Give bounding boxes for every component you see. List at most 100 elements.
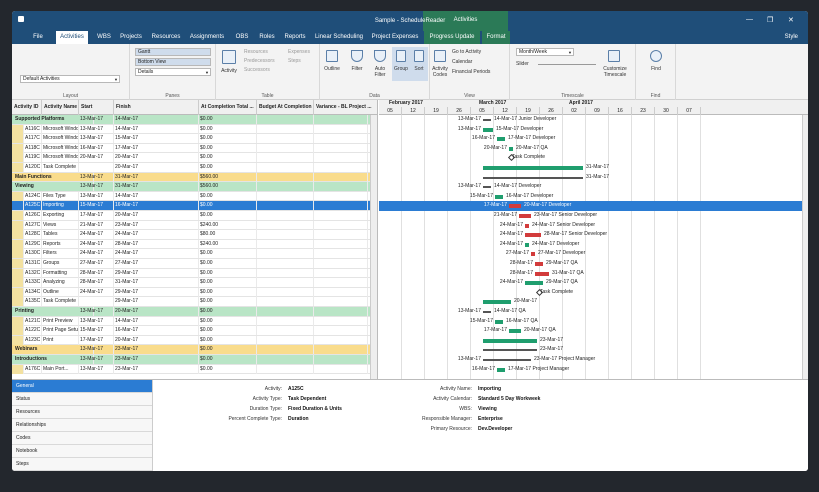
auto-filter-icon[interactable] xyxy=(374,50,386,62)
find-button[interactable]: Find xyxy=(636,66,676,72)
column-header[interactable]: Budget At Completion xyxy=(257,100,314,115)
activity-bar[interactable] xyxy=(535,262,543,266)
activity-bar[interactable] xyxy=(483,300,511,305)
menu-tab[interactable]: Roles xyxy=(255,31,279,44)
menu-tab[interactable]: WBS xyxy=(94,31,114,44)
details-tab[interactable]: General xyxy=(12,380,152,393)
group-button[interactable]: Group xyxy=(392,66,410,72)
table-row[interactable]: A116CMicrosoft Windows13-Mar-1714-Mar-17… xyxy=(12,124,377,135)
activity-bar[interactable] xyxy=(525,242,529,247)
column-header[interactable]: Finish xyxy=(114,100,199,115)
goto-activity-button[interactable]: Go to Activity xyxy=(452,49,481,55)
style-menu[interactable]: Style xyxy=(785,34,798,40)
table-row[interactable]: A130C Filters 24-Mar-17 24-Mar-17 $0.00 xyxy=(12,249,377,259)
menu-tab[interactable]: Project Expenses xyxy=(369,31,421,44)
table-scrollbar[interactable] xyxy=(370,115,377,379)
financial-periods-button[interactable]: Financial Periods xyxy=(452,69,490,75)
table-row[interactable]: A127C Views 21-Mar-17 23-Mar-17 $240.00 xyxy=(12,220,377,231)
table-row[interactable]: A133C Analyzing 28-Mar-17 31-Mar-17 $0.00 xyxy=(12,278,377,288)
details-tab[interactable]: Resources xyxy=(12,406,152,419)
details-select[interactable]: Details ▼ xyxy=(135,68,211,76)
gantt-row[interactable]: 15-Mar-17 16-Mar-17 Developer xyxy=(379,192,808,202)
gantt-row[interactable]: 28-Mar-17 29-Mar-17 QA xyxy=(379,259,808,269)
customize-timescale-button[interactable]: Customize Timescale xyxy=(598,66,632,78)
activity-table-icon[interactable] xyxy=(222,50,236,64)
sort-icon[interactable] xyxy=(414,50,424,62)
calendar-button[interactable]: Calendar xyxy=(452,59,472,65)
summary-bar[interactable] xyxy=(483,176,583,179)
timescale-slider[interactable] xyxy=(538,64,596,65)
activity-table-button[interactable]: Activity xyxy=(216,68,242,74)
group-icon[interactable] xyxy=(396,50,406,62)
expenses-button[interactable]: Expenses xyxy=(288,49,310,55)
activity-codes-icon[interactable] xyxy=(434,50,446,62)
table-row[interactable]: A123C Print 17-Mar-17 20-Mar-17 $0.00 xyxy=(12,335,377,346)
table-row[interactable]: A135C Task Complete 29-Mar-17 $0.00 xyxy=(12,297,377,307)
gantt-row[interactable]: 31-Mar-17 xyxy=(379,163,808,173)
gantt-row[interactable]: 24-Mar-17 28-Mar-17 Senior Developer xyxy=(379,230,808,240)
details-tab[interactable]: Relationships xyxy=(12,419,152,432)
resources-table-button[interactable]: Resources xyxy=(244,49,268,55)
table-row[interactable]: A121C Print Preview 13-Mar-17 14-Mar-17 $0.0… xyxy=(12,316,377,327)
gantt-row[interactable]: 23-Mar-17 xyxy=(379,345,808,355)
timescale-select[interactable]: Month/Week ▼ xyxy=(516,48,574,56)
minimize-icon[interactable]: — xyxy=(746,16,753,23)
customize-timescale-icon[interactable] xyxy=(608,50,620,62)
summary-bar[interactable] xyxy=(483,186,491,189)
gantt-row[interactable]: 23-Mar-17 xyxy=(379,336,808,346)
table-row[interactable]: A120C Task Complete 20-Mar-17 $0.00 xyxy=(12,163,377,173)
filter-icon[interactable] xyxy=(351,50,363,62)
filter-button[interactable]: Filter xyxy=(345,66,369,72)
table-row[interactable]: A132C Formatting 28-Mar-17 29-Mar-17 $0.00 xyxy=(12,268,377,279)
gantt-row[interactable]: Task Complete xyxy=(379,288,808,298)
outline-icon[interactable] xyxy=(326,50,338,62)
column-header[interactable]: Activity Name xyxy=(42,100,79,115)
gantt-row[interactable]: 24-Mar-17 24-Mar-17 Senior Developer xyxy=(379,221,808,231)
summary-bar[interactable] xyxy=(483,119,491,121)
activity-bar[interactable] xyxy=(519,214,531,218)
menu-tab[interactable]: Assignments xyxy=(186,31,228,44)
auto-filter-button[interactable]: Auto Filter xyxy=(370,66,390,78)
menu-tab[interactable]: Format xyxy=(482,31,510,44)
table-row[interactable]: Main Functions 13-Mar-17 31-Mar-17 $560.00 xyxy=(12,172,377,183)
gantt-row[interactable]: 28-Mar-17 31-Mar-17 QA xyxy=(379,269,808,279)
gantt-row[interactable]: 13-Mar-17 14-Mar-17 QA xyxy=(379,307,808,317)
gantt-row[interactable]: 15-Mar-17 16-Mar-17 QA xyxy=(379,317,808,327)
menu-tab[interactable]: File xyxy=(26,31,50,44)
bottom-view-toggle[interactable]: Bottom View xyxy=(135,58,211,66)
layout-select[interactable]: Default Activities ▼ xyxy=(20,75,120,83)
column-header[interactable]: At Completion Total ... xyxy=(199,100,257,115)
menu-tab[interactable]: OBS xyxy=(231,31,253,44)
table-row[interactable]: A117CMicrosoft Windows13-Mar-1715-Mar-17… xyxy=(12,134,377,144)
activity-bar[interactable] xyxy=(495,319,503,324)
activity-bar[interactable] xyxy=(497,137,505,142)
predecessors-button[interactable]: Predecessors xyxy=(244,58,275,64)
gantt-row[interactable]: 20-Mar-17 20-Mar-17 QA xyxy=(379,144,808,154)
outline-button[interactable]: Outline xyxy=(320,66,344,72)
activity-bar[interactable] xyxy=(535,271,549,276)
steps-button[interactable]: Steps xyxy=(288,58,301,64)
menu-tab[interactable]: Progress Update xyxy=(424,31,480,44)
column-header[interactable]: Activity ID xyxy=(12,100,42,115)
table-row[interactable]: A119CMicrosoft Windows20-Mar-1720-Mar-17… xyxy=(12,153,377,163)
activity-bar[interactable] xyxy=(483,166,583,170)
details-tab[interactable]: Steps xyxy=(12,458,152,471)
table-row[interactable]: A125C Importing 15-Mar-17 16-Mar-17 $0.00 xyxy=(12,201,377,211)
table-row[interactable]: A122C Print Page Setup 15-Mar-17 16-Mar-17 $… xyxy=(12,326,377,336)
menu-tab[interactable]: Resources xyxy=(149,31,183,44)
activity-bar[interactable] xyxy=(497,367,505,372)
activity-bar[interactable] xyxy=(495,194,503,199)
menu-tab[interactable]: Projects xyxy=(116,31,146,44)
gantt-row[interactable]: 24-Mar-17 24-Mar-17 Developer xyxy=(379,240,808,250)
gantt-row[interactable]: 13-Mar-17 14-Mar-17 Junior Developer xyxy=(379,115,808,125)
details-tab[interactable]: Status xyxy=(12,393,152,406)
table-row[interactable]: A118CMicrosoft Windows16-Mar-1717-Mar-17… xyxy=(12,143,377,154)
table-row[interactable]: A129C Reports 24-Mar-17 28-Mar-17 $240.00 xyxy=(12,239,377,250)
find-icon[interactable] xyxy=(650,50,662,62)
menu-tab[interactable]: Reports xyxy=(281,31,309,44)
gantt-row[interactable]: 17-Mar-17 20-Mar-17 QA xyxy=(379,326,808,336)
table-row[interactable]: A126C Exporting 17-Mar-17 20-Mar-17 $0.00 xyxy=(12,211,377,221)
gantt-row[interactable]: 16-Mar-17 17-Mar-17 Project Manager xyxy=(379,365,808,375)
activity-bar[interactable] xyxy=(483,127,493,132)
gantt-row[interactable]: 13-Mar-17 15-Mar-17 Developer xyxy=(379,125,808,135)
